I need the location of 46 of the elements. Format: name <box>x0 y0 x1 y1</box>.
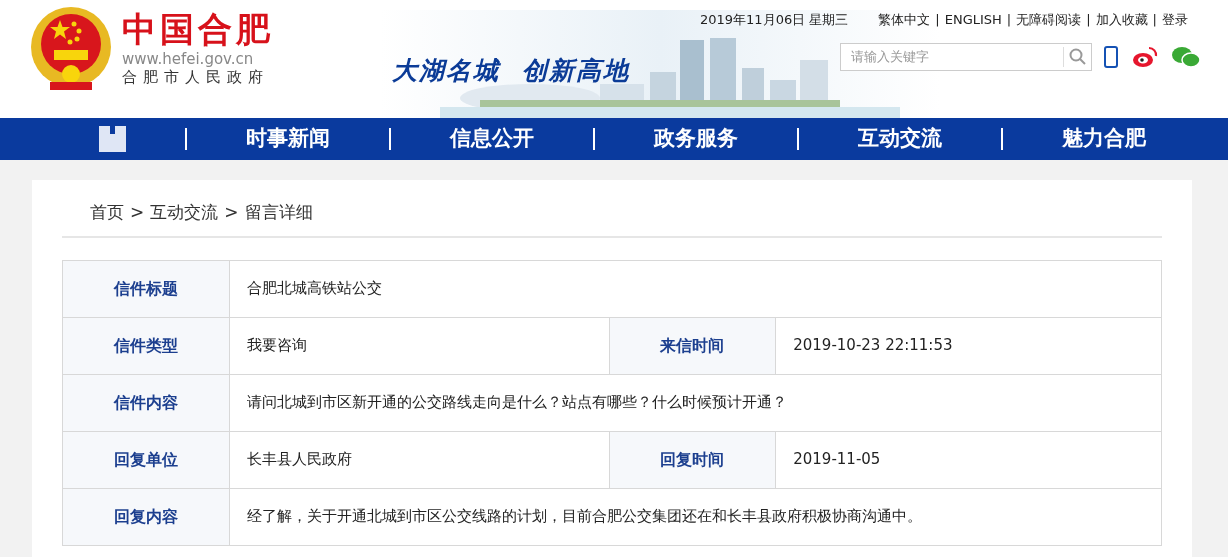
field-label: 回复单位 <box>62 431 230 488</box>
building-icon[interactable] <box>97 124 129 154</box>
field-label: 回复时间 <box>609 431 776 488</box>
field-value: 合肥北城高铁站公交 <box>229 260 1162 317</box>
nav-link[interactable]: 时事新闻 <box>242 123 334 155</box>
breadcrumb-separator: > <box>224 201 239 224</box>
field-value: 2019-10-23 22:11:53 <box>775 317 1162 374</box>
breadcrumb-link[interactable]: 留言详细 <box>244 200 313 226</box>
wechat-icon[interactable] <box>1172 45 1200 68</box>
site-subtitle: 合肥市人民政府 <box>122 68 270 86</box>
weibo-icon[interactable] <box>1132 45 1158 68</box>
top-link[interactable]: 登录 <box>1162 10 1188 30</box>
field-value: 我要咨询 <box>229 317 610 374</box>
slogan-text: 大湖名城 <box>392 55 500 87</box>
separator: | <box>1086 11 1091 29</box>
field-value: 长丰县人民政府 <box>229 431 610 488</box>
date-text: 2019年11月06日 星期三 <box>700 11 849 29</box>
nav-link[interactable]: 魅力合肥 <box>1058 123 1150 155</box>
emblem-icon <box>30 6 112 92</box>
field-value: 2019-11-05 <box>775 431 1162 488</box>
field-value: 请问北城到市区新开通的公交路线走向是什么？站点有哪些？什么时候预计开通？ <box>229 374 1162 431</box>
nav-link[interactable]: 互动交流 <box>854 123 946 155</box>
field-label: 信件标题 <box>62 260 230 317</box>
top-link[interactable]: 无障碍阅读 <box>1016 10 1082 30</box>
field-label: 信件类型 <box>62 317 230 374</box>
top-link[interactable]: 加入收藏 <box>1095 10 1148 30</box>
field-label: 回复内容 <box>62 488 230 545</box>
nav-link[interactable]: 信息公开 <box>446 123 538 155</box>
breadcrumb-link[interactable]: 首页 <box>90 200 124 226</box>
separator: | <box>935 11 940 29</box>
field-value: 经了解，关于开通北城到市区公交线路的计划，目前合肥公交集团还在和长丰县政府积极协商沟通中。 <box>229 488 1162 545</box>
site-title[interactable]: 中国合肥 <box>122 12 274 46</box>
search-field[interactable]: 请输入关键字 <box>840 42 1092 71</box>
nav-link[interactable]: 政务服务 <box>650 123 742 155</box>
breadcrumb-separator: > <box>130 201 145 224</box>
separator: | <box>1152 11 1157 29</box>
search-icon <box>1069 48 1086 65</box>
breadcrumb-link[interactable]: 互动交流 <box>150 200 219 226</box>
top-link[interactable]: 繁体中文 <box>878 10 931 30</box>
field-label: 来信时间 <box>609 317 776 374</box>
top-link[interactable]: ENGLISH <box>944 10 1002 30</box>
slogan-text: 创新高地 <box>522 55 630 87</box>
mobile-icon[interactable] <box>1104 45 1118 68</box>
field-label: 信件内容 <box>62 374 230 431</box>
site-url: www.hefei.gov.cn <box>122 50 255 68</box>
separator: | <box>1006 11 1012 29</box>
